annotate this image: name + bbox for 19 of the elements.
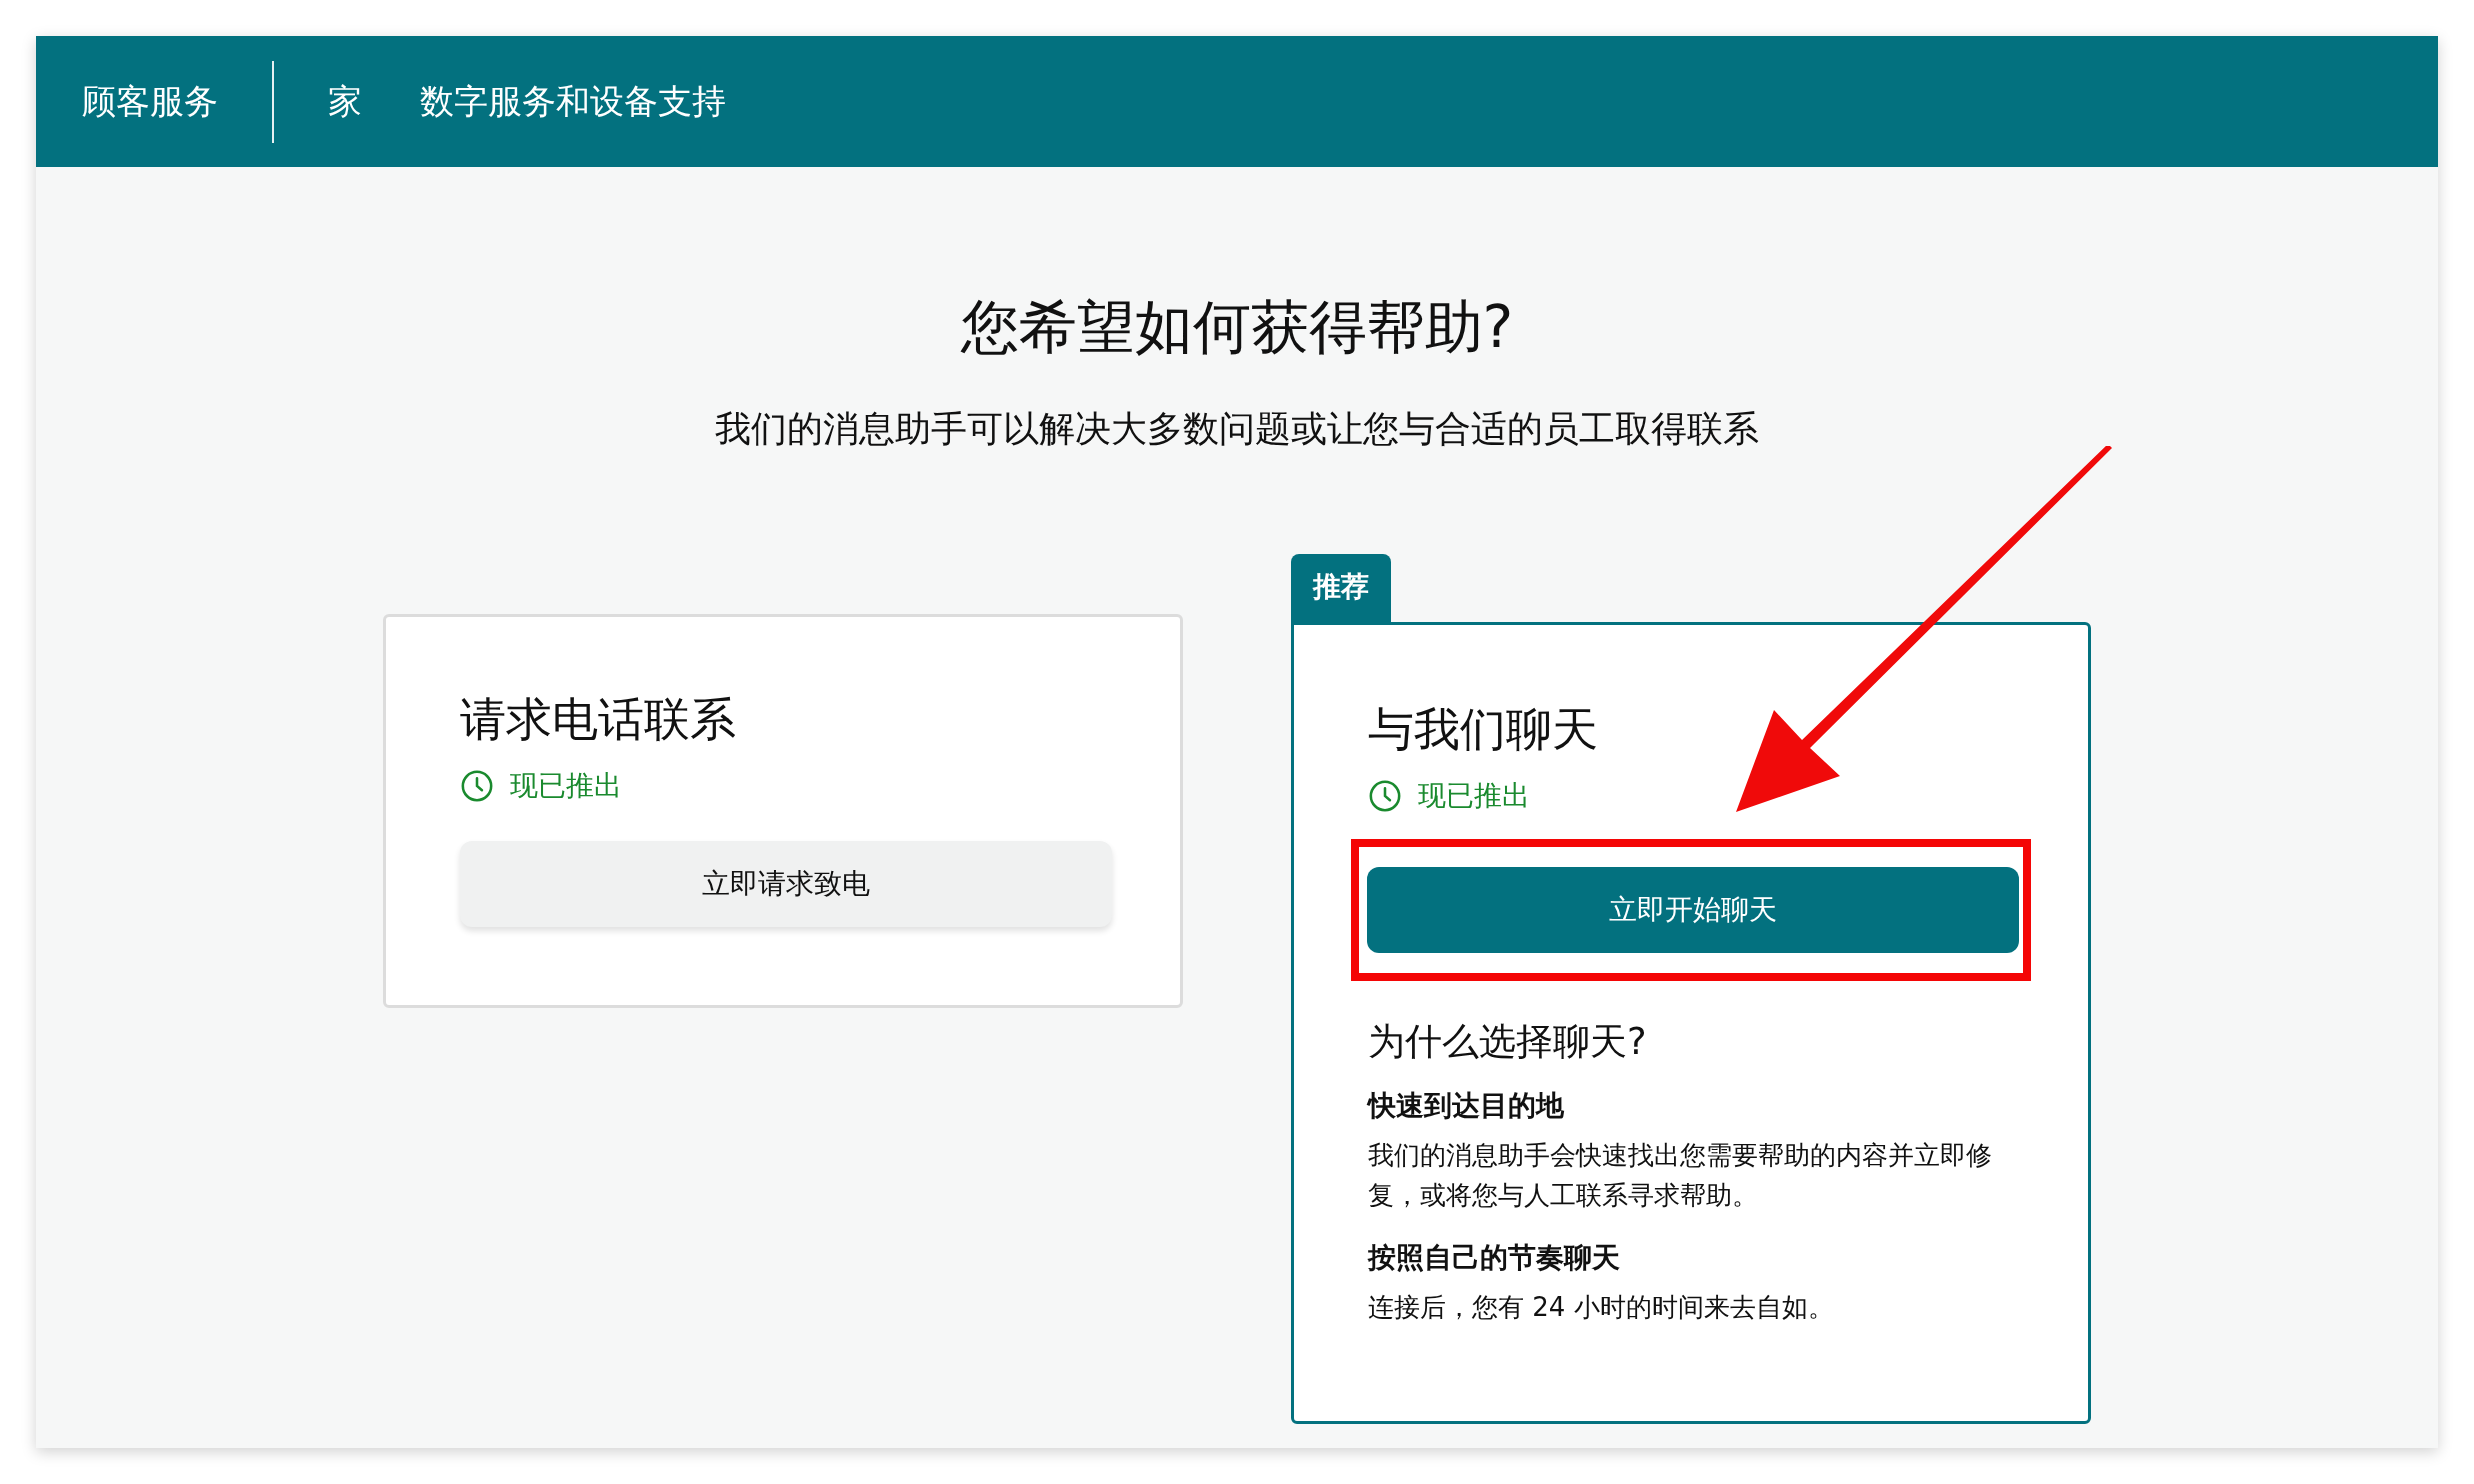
availability-status: 现已推出: [510, 768, 622, 804]
availability-status: 现已推出: [1418, 778, 1530, 814]
nav-link[interactable]: 数字服务和设备支持: [420, 78, 726, 125]
brand-link[interactable]: 顾客服务: [82, 78, 218, 125]
action-button[interactable]: 立即开始聊天: [1367, 867, 2019, 953]
nav-link[interactable]: 家: [328, 78, 362, 125]
section-heading: 为什么选择聊天?: [1368, 1019, 1648, 1065]
clock-icon: [460, 769, 494, 803]
action-button[interactable]: 立即请求致电: [460, 841, 1112, 927]
reason-text: 我们的消息助手会快速找出您需要帮助的内容并立即修复，或将您与人工联系寻求帮助。: [1368, 1139, 1993, 1212]
reason-title: 按照自己的节奏聊天: [1368, 1240, 1621, 1276]
recommended-badge: 推荐: [1291, 554, 1391, 622]
option-title: 与我们聊天: [1368, 701, 1599, 758]
reason-title: 快速到达目的地: [1368, 1088, 1565, 1124]
option-title: 请求电话联系: [460, 691, 737, 748]
reason-text: 连接后，您有 24 小时的时间来去自如。: [1368, 1291, 1835, 1324]
page-subheading: 我们的消息助手可以解决大多数问题或让您与合适的员工取得联系: [715, 407, 1759, 451]
page-heading: 您希望如何获得帮助?: [960, 292, 1514, 363]
clock-icon: [1368, 779, 1402, 813]
